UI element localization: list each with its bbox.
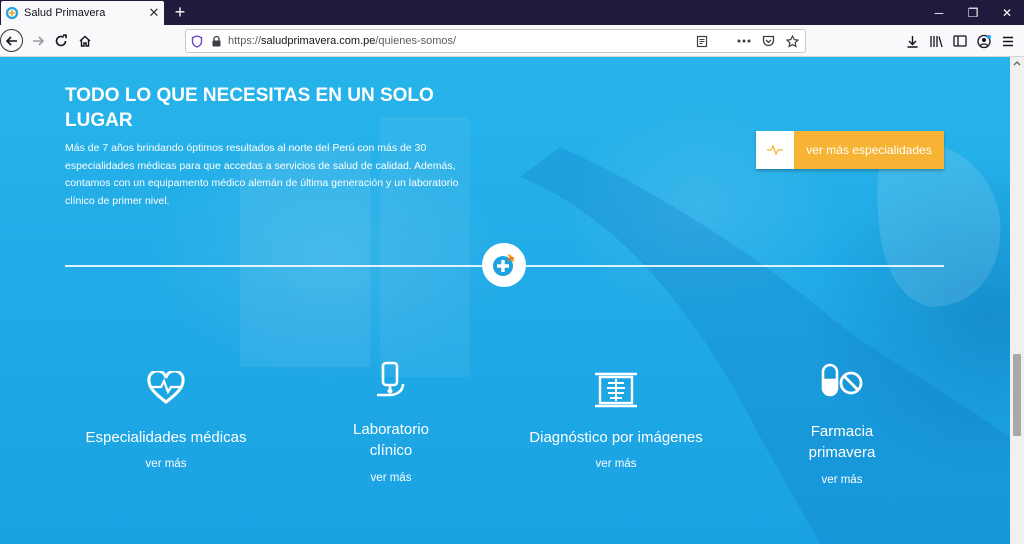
back-button[interactable]	[0, 29, 23, 52]
forward-button[interactable]	[26, 29, 50, 53]
cta-label: ver más especialidades	[794, 131, 944, 169]
more-specialties-button[interactable]: ver más especialidades	[756, 131, 944, 169]
tab-close-icon[interactable]: ✕	[144, 5, 164, 21]
scroll-thumb[interactable]	[1013, 354, 1021, 436]
url-actions	[693, 32, 801, 50]
toolbar-icons	[900, 29, 1020, 53]
service-more-link[interactable]: ver más	[291, 472, 491, 484]
new-tab-icon[interactable]: +	[170, 2, 190, 22]
service-pharmacy[interactable]: Farmacia primavera ver más	[742, 363, 942, 486]
reader-view-icon[interactable]	[693, 32, 711, 50]
xray-icon	[595, 372, 637, 408]
window-controls: ─ ❐ ✕	[922, 0, 1024, 25]
home-icon	[79, 35, 91, 47]
service-title: Especialidades médicas	[85, 429, 247, 446]
site-favicon-icon	[6, 7, 18, 19]
scroll-up-arrow-icon[interactable]	[1013, 59, 1021, 67]
service-more-link[interactable]: ver más	[742, 474, 942, 486]
lock-icon[interactable]	[211, 35, 222, 47]
service-laboratory[interactable]: Laboratorio clínico ver más	[291, 361, 491, 484]
shield-icon[interactable]	[191, 34, 203, 48]
page-scrollbar[interactable]	[1010, 57, 1024, 544]
service-title-line1: Laboratorio	[353, 421, 429, 438]
service-title: Farmacia primavera	[742, 421, 942, 463]
service-more-link[interactable]: ver más	[66, 458, 266, 470]
page-viewport: TODO LO QUE NECESITAS EN UN SOLO LUGAR M…	[0, 57, 1010, 544]
service-title-line2: clínico	[369, 442, 413, 459]
url-text: https://saludprimavera.com.pe/quienes-so…	[228, 35, 456, 47]
reload-icon	[55, 34, 67, 47]
brand-logo-icon	[493, 254, 515, 276]
service-title-line1: Farmacia	[810, 423, 874, 440]
url-path: /quienes-somos/	[375, 35, 457, 47]
hero-title: TODO LO QUE NECESITAS EN UN SOLO LUGAR	[65, 83, 485, 133]
service-more-link[interactable]: ver más	[516, 458, 716, 470]
tab-title: Salud Primavera	[24, 7, 106, 19]
pocket-icon[interactable]	[759, 32, 777, 50]
service-title-line2: primavera	[808, 444, 876, 461]
account-icon[interactable]	[972, 29, 996, 53]
pulse-icon	[767, 144, 783, 156]
restore-icon[interactable]: ❐	[956, 0, 990, 25]
browser-navbar: https://saludprimavera.com.pe/quienes-so…	[0, 25, 1024, 57]
url-prefix: https://	[228, 35, 262, 47]
close-window-icon[interactable]: ✕	[990, 0, 1024, 25]
url-host: saludprimavera.com.pe	[261, 35, 376, 47]
menu-icon[interactable]	[996, 29, 1020, 53]
home-button[interactable]	[73, 29, 97, 53]
more-actions-icon[interactable]	[735, 32, 753, 50]
heart-pulse-icon	[147, 371, 185, 404]
bookmark-star-icon[interactable]	[783, 32, 801, 50]
microscope-icon	[377, 361, 405, 397]
url-bar[interactable]: https://saludprimavera.com.pe/quienes-so…	[185, 29, 806, 53]
hero-title-line2: LUGAR	[65, 110, 133, 131]
library-icon[interactable]	[924, 29, 948, 53]
arrow-right-icon	[33, 36, 45, 46]
sidebar-icon[interactable]	[948, 29, 972, 53]
divider-logo-badge	[482, 243, 526, 287]
arrow-left-icon	[5, 35, 17, 46]
hero-description: Más de 7 años brindando óptimos resultad…	[65, 142, 459, 207]
service-imaging[interactable]: Diagnóstico por imágenes ver más	[516, 371, 716, 470]
browser-tab[interactable]: Salud Primavera ✕	[1, 1, 164, 25]
reload-button[interactable]	[49, 29, 73, 53]
pills-icon	[821, 363, 863, 397]
service-title: Laboratorio clínico	[291, 419, 491, 461]
browser-titlebar: Salud Primavera ✕ + ─ ❐ ✕	[0, 0, 1024, 25]
service-specialties[interactable]: Especialidades médicas ver más	[66, 371, 266, 470]
hero-title-line1: TODO LO QUE NECESITAS EN UN SOLO	[65, 85, 434, 106]
downloads-icon[interactable]	[900, 29, 924, 53]
cta-icon-box	[756, 131, 794, 169]
service-title: Diagnóstico por imágenes	[529, 429, 703, 446]
minimize-icon[interactable]: ─	[922, 0, 956, 25]
